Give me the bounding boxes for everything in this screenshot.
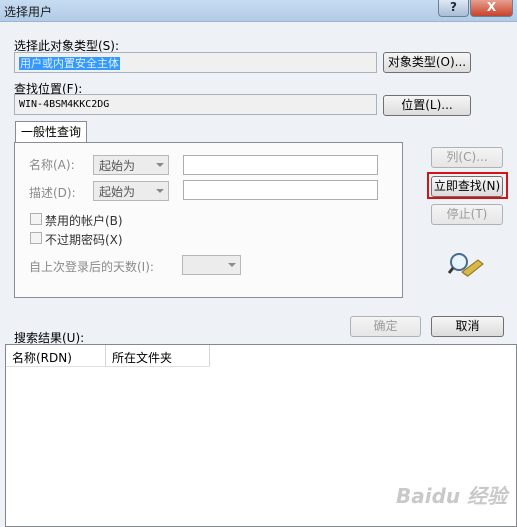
chevron-down-icon: [156, 189, 164, 193]
days-since-login-label: 自上次登录后的天数(I):: [29, 260, 154, 274]
object-types-button[interactable]: 对象类型(O)...: [383, 52, 471, 73]
description-label: 描述(D):: [29, 186, 76, 200]
column-header-folder[interactable]: 所在文件夹: [106, 345, 210, 367]
disabled-accounts-label: 禁用的帐户(B): [45, 214, 123, 228]
locations-button[interactable]: 位置(L)...: [383, 95, 471, 116]
magnifier-icon: [447, 250, 484, 278]
description-mode-select[interactable]: 起始为: [93, 181, 169, 201]
name-mode-value: 起始为: [99, 159, 136, 173]
location-field: WIN-4BSM4KKC2DG: [14, 94, 377, 115]
description-input[interactable]: [183, 180, 378, 200]
watermark: Baidu 经验: [396, 484, 508, 508]
non-expiring-password-checkbox[interactable]: [30, 232, 42, 244]
tab-general-query[interactable]: 一般性查询: [15, 121, 87, 143]
name-mode-select[interactable]: 起始为: [93, 155, 169, 175]
window-title: 选择用户: [4, 5, 53, 19]
non-expiring-password-label: 不过期密码(X): [45, 233, 123, 247]
object-type-value: 用户或内置安全主体: [19, 57, 120, 70]
name-label: 名称(A):: [29, 158, 75, 172]
days-since-login-select[interactable]: [182, 255, 241, 275]
ok-button[interactable]: 确定: [350, 316, 421, 337]
stop-button[interactable]: 停止(T): [431, 204, 503, 225]
find-now-button[interactable]: 立即查找(N): [431, 176, 503, 197]
object-type-field: 用户或内置安全主体: [14, 52, 377, 73]
close-button[interactable]: X: [470, 0, 513, 17]
chevron-down-icon: [228, 263, 236, 267]
help-button[interactable]: ?: [438, 0, 469, 17]
cancel-button[interactable]: 取消: [431, 316, 504, 337]
columns-button[interactable]: 列(C)...: [431, 147, 503, 168]
column-header-name[interactable]: 名称(RDN): [6, 345, 106, 367]
disabled-accounts-checkbox[interactable]: [30, 213, 42, 225]
description-mode-value: 起始为: [99, 185, 136, 199]
name-input[interactable]: [183, 155, 378, 175]
chevron-down-icon: [156, 163, 164, 167]
